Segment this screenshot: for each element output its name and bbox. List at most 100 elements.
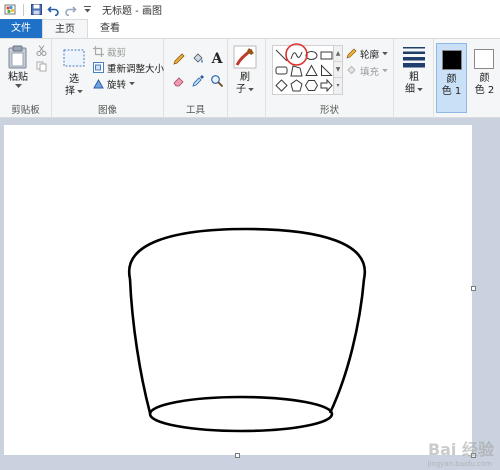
scroll-up-arrow-icon[interactable]: ▲: [334, 46, 342, 62]
eyedropper-icon: [192, 75, 204, 87]
tools-grid: A: [171, 51, 225, 89]
shapes-group-label: 形状: [319, 105, 339, 116]
color-picker-tool[interactable]: [190, 73, 206, 89]
copy-icon[interactable]: [36, 61, 47, 72]
drawing-canvas[interactable]: [4, 125, 472, 455]
size-label: 粗: [409, 72, 419, 83]
canvas-resize-handle-right[interactable]: [471, 286, 476, 291]
pencil-icon: [173, 53, 185, 65]
outline-pencil-icon: [346, 48, 357, 59]
eraser-tool[interactable]: [171, 73, 187, 89]
canvas-drawing: [127, 227, 367, 433]
brushes-label-2: 子: [236, 84, 246, 95]
color-2-button[interactable]: 颜 色 2: [469, 43, 500, 113]
crop-button[interactable]: 裁剪: [93, 45, 127, 59]
window-title: 无标题 - 画图: [102, 6, 162, 17]
paint-app-icon[interactable]: [4, 3, 17, 16]
select-label-2: 择: [65, 86, 75, 97]
paste-label: 粘贴: [8, 72, 28, 83]
outline-button[interactable]: 轮廓: [346, 47, 388, 61]
color-2-swatch: [474, 49, 494, 69]
scroll-down-arrow-icon[interactable]: ▼: [334, 62, 342, 78]
chevron-down-icon: [382, 68, 388, 72]
chevron-down-icon: [248, 88, 254, 92]
size-label-2: 细: [405, 84, 415, 95]
rectangle-shape-icon[interactable]: [320, 49, 333, 62]
color-2-label-2: 色 2: [474, 85, 495, 96]
brushes-group: 刷 子: [228, 39, 266, 118]
fill-button[interactable]: 填充: [346, 64, 388, 78]
fill-tool[interactable]: [190, 51, 206, 67]
qat-separator: [23, 3, 24, 16]
select-rectangle-icon: [63, 49, 85, 67]
select-button[interactable]: 选 择: [62, 47, 86, 98]
right-triangle-shape-icon[interactable]: [320, 64, 333, 77]
chevron-down-icon: [129, 81, 135, 85]
watermark-logo: Bai 经验: [427, 440, 494, 459]
gallery-expand-icon[interactable]: ▾: [334, 78, 342, 94]
resize-label: 重新调整大小: [107, 63, 165, 75]
crop-label: 裁剪: [107, 47, 127, 59]
text-tool[interactable]: A: [209, 51, 225, 67]
magnifier-tool[interactable]: [209, 73, 225, 89]
redo-icon[interactable]: [64, 3, 77, 16]
title-bar: 无标题 - 画图: [0, 0, 500, 19]
bucket-right-side: [328, 278, 366, 414]
brushes-label: 刷: [240, 72, 250, 83]
customize-qat-icon[interactable]: [81, 3, 94, 16]
workspace: Bai 经验 jingyan.baidu.com: [0, 119, 500, 470]
curve-highlight-circle: [285, 43, 308, 66]
select-label: 选: [69, 74, 79, 85]
fill-bucket-icon: [347, 65, 356, 75]
eraser-icon: [173, 77, 184, 87]
crop-icon: [93, 46, 104, 57]
image-group-label: 图像: [97, 105, 117, 116]
tab-view[interactable]: 查看: [88, 19, 132, 38]
shapes-gallery: [272, 43, 334, 95]
brush-icon: [233, 45, 257, 69]
size-group: 粗 细: [394, 39, 434, 118]
color-1-button[interactable]: 颜 色 1: [436, 43, 467, 113]
diamond-shape-icon[interactable]: [275, 79, 288, 92]
line-width-icon: [403, 47, 425, 68]
pencil-tool[interactable]: [171, 51, 187, 67]
ribbon-tabs: 文件 主页 查看: [0, 19, 500, 39]
tab-home[interactable]: 主页: [42, 19, 88, 39]
chevron-down-icon: [382, 51, 388, 55]
color-2-label: 颜: [479, 73, 490, 84]
chevron-down-icon: [417, 88, 423, 92]
size-button[interactable]: 粗 细: [402, 45, 426, 96]
bucket-bottom-ellipse: [148, 395, 334, 433]
shapes-gallery-scrollbar[interactable]: ▲ ▼ ▾: [334, 45, 343, 95]
clipboard-icon: [8, 45, 27, 69]
fill-label: 填充: [360, 66, 380, 78]
paste-button[interactable]: 粘贴: [6, 45, 30, 89]
watermark-url: jingyan.baidu.com: [427, 460, 492, 468]
save-icon[interactable]: [30, 3, 43, 16]
chevron-down-icon: [77, 90, 83, 94]
right-arrow-shape-icon[interactable]: [320, 79, 333, 92]
tools-group-label: 工具: [185, 105, 205, 116]
color-1-swatch: [442, 50, 462, 70]
color-1-label-2: 色 1: [441, 86, 462, 97]
clipboard-group-label: 剪贴板: [11, 105, 40, 116]
text-icon: A: [211, 51, 223, 67]
color-1-label: 颜: [446, 74, 457, 85]
rotate-button[interactable]: 旋转: [93, 77, 135, 91]
rotate-label: 旋转: [107, 79, 127, 91]
hexagon-shape-icon[interactable]: [305, 79, 318, 92]
magnifier-icon: [211, 75, 224, 88]
brushes-button[interactable]: 刷 子: [233, 45, 257, 96]
resize-button[interactable]: 重新调整大小: [93, 61, 165, 75]
rotate-icon: [93, 78, 104, 89]
chevron-down-icon: [14, 84, 22, 88]
clipboard-group: 粘贴 剪贴板: [0, 39, 52, 118]
quick-access-toolbar: [0, 3, 94, 16]
tab-file[interactable]: 文件: [0, 19, 42, 38]
canvas-resize-handle-bottom[interactable]: [235, 453, 240, 458]
cut-icon[interactable]: [36, 45, 47, 56]
bucket-left-side: [128, 278, 152, 414]
pentagon-shape-icon[interactable]: [290, 79, 303, 92]
undo-icon[interactable]: [47, 3, 60, 16]
outline-label: 轮廓: [360, 49, 380, 61]
